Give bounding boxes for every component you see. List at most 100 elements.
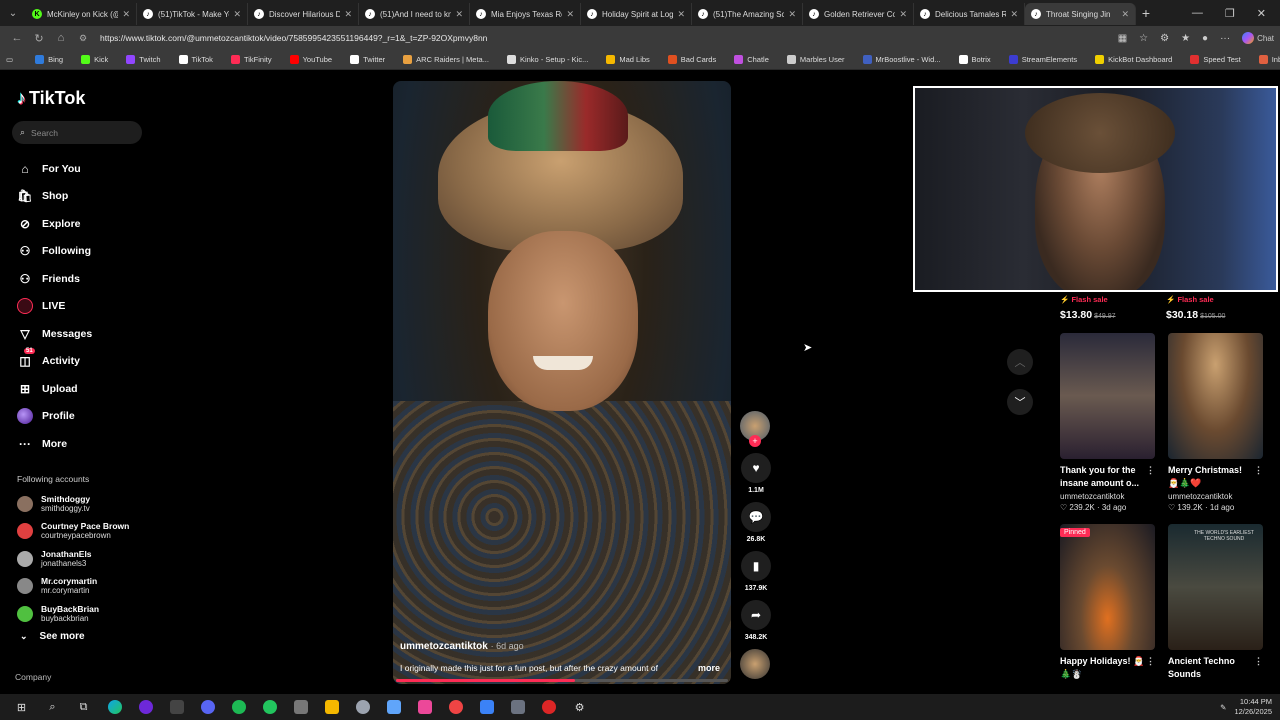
browser-tab[interactable]: ♪ (51)TikTok - Make You ✕ xyxy=(137,3,248,25)
bookmark-item[interactable]: Kinko - Setup - Kic... xyxy=(506,55,588,64)
back-icon[interactable]: ← xyxy=(6,32,28,44)
browser-tab[interactable]: ♪ Golden Retriever Core ✕ xyxy=(803,3,914,25)
heart-icon[interactable]: ♥ xyxy=(741,453,771,483)
chevron-down-nav-icon[interactable]: ﹀ xyxy=(1007,389,1033,415)
nav-item-friends[interactable]: ⚇ Friends xyxy=(17,265,92,293)
chevron-up-icon[interactable]: ︿ xyxy=(1007,349,1033,375)
nav-item-for-you[interactable]: ⌂ For You xyxy=(17,155,92,183)
tab-close-icon[interactable]: ✕ xyxy=(899,9,907,20)
save-action[interactable]: ▮ 137.9K xyxy=(740,551,772,592)
see-more-button[interactable]: ⌄ See more xyxy=(20,631,85,642)
profile-avatar-icon[interactable]: ● xyxy=(1202,33,1208,44)
browser-tab[interactable]: ♪ (51)And I need to know ✕ xyxy=(359,3,470,25)
nav-item-activity[interactable]: ◫ 51 Activity xyxy=(17,348,92,376)
minimize-icon[interactable]: — xyxy=(1192,7,1203,20)
browser-tab[interactable]: ♪ (51)The Amazing Scien ✕ xyxy=(692,3,803,25)
tab-close-icon[interactable]: ✕ xyxy=(1121,9,1129,20)
bookmark-item[interactable]: KickBot Dashboard xyxy=(1095,55,1172,64)
bookmark-item[interactable]: Bad Cards xyxy=(667,55,716,64)
bookmarks-menu-icon[interactable]: ▭ xyxy=(6,55,13,64)
nav-item-profile[interactable]: Profile xyxy=(17,403,92,431)
company-link[interactable]: Company xyxy=(15,672,51,682)
browser-menu-icon[interactable]: ··· xyxy=(1220,33,1230,44)
app-icon-7[interactable] xyxy=(440,694,471,720)
video-card[interactable]: Thank you for the insane amount o... ⋮ umm… xyxy=(1060,333,1155,512)
tab-close-icon[interactable]: ✕ xyxy=(677,9,685,20)
like-action[interactable]: ♥ 1.1M xyxy=(740,453,772,494)
obs-icon[interactable] xyxy=(130,694,161,720)
maximize-icon[interactable]: ❐ xyxy=(1225,7,1235,20)
browser-tab[interactable]: ♪ Throat Singing Jin ✕ xyxy=(1025,3,1136,25)
following-account[interactable]: JonathanEls jonathanels3 xyxy=(17,545,129,573)
browser-tab[interactable]: ♪ Discover Hilarious Dad ✕ xyxy=(248,3,359,25)
tab-close-icon[interactable]: ✕ xyxy=(344,9,352,20)
bookmark-item[interactable]: Chatle xyxy=(734,55,769,64)
app-icon-1[interactable] xyxy=(161,694,192,720)
card-more-icon[interactable]: ⋮ xyxy=(1146,464,1155,477)
video-card[interactable]: Merry Christmas! 🎅🎄❤️ ⋮ ummetozcantiktok ♡ … xyxy=(1168,333,1263,512)
app-icon-8[interactable] xyxy=(471,694,502,720)
flash-sale-item[interactable]: ⚡ Flash sale $13.80 $49.97 xyxy=(1060,295,1158,321)
nav-item-shop[interactable]: 🛍 Shop xyxy=(17,183,92,211)
video-thumbnail[interactable]: Pinned xyxy=(1060,524,1155,650)
comment-icon[interactable]: 💬 xyxy=(741,502,771,532)
card-more-icon[interactable]: ⋮ xyxy=(1146,655,1155,668)
nav-item-upload[interactable]: ⊞ Upload xyxy=(17,375,92,403)
app-icon-6[interactable] xyxy=(409,694,440,720)
bookmark-item[interactable]: ARC Raiders | Meta... xyxy=(403,55,489,64)
video-progress-bar[interactable] xyxy=(396,679,728,682)
music-disc-icon[interactable] xyxy=(740,649,770,679)
card-more-icon[interactable]: ⋮ xyxy=(1254,655,1263,668)
reader-icon[interactable]: ▦ xyxy=(1118,33,1127,44)
windows-start-icon[interactable]: ⊞ xyxy=(6,694,37,720)
video-author-name[interactable]: ummetozcantiktok xyxy=(400,641,488,652)
bookmark-item[interactable]: Speed Test xyxy=(1190,55,1241,64)
collections-icon[interactable]: ★ xyxy=(1181,33,1190,44)
bookmark-item[interactable]: Mad Libs xyxy=(606,55,650,64)
browser-tab[interactable]: ♪ Mia Enjoys Texas Road ✕ xyxy=(470,3,581,25)
card-author[interactable]: ummetozcantiktok xyxy=(1060,492,1155,501)
bookmark-item[interactable]: YouTube xyxy=(289,55,332,64)
bookmark-item[interactable]: Marbles User xyxy=(786,55,845,64)
following-account[interactable]: BuyBackBrian buybackbrian xyxy=(17,600,129,628)
bookmark-item[interactable]: Kick xyxy=(81,55,108,64)
comment-action[interactable]: 💬 26.8K xyxy=(740,502,772,543)
app-icon-4[interactable] xyxy=(347,694,378,720)
card-author[interactable]: ummetozcantiktok xyxy=(1168,492,1263,501)
url-field[interactable]: https://www.tiktok.com/@ummetozcantiktok… xyxy=(100,33,1080,43)
bookmark-item[interactable]: Inbox xyxy=(1258,55,1280,64)
favorite-icon[interactable]: ☆ xyxy=(1139,33,1148,44)
nav-item-more[interactable]: ··· More xyxy=(17,430,92,458)
new-tab-button[interactable]: + xyxy=(1136,5,1156,21)
home-icon[interactable]: ⌂ xyxy=(50,32,72,44)
app-icon-9[interactable] xyxy=(502,694,533,720)
app-icon-10[interactable] xyxy=(533,694,564,720)
taskbar-search-icon[interactable]: ⌕ xyxy=(37,694,68,720)
bookmark-item[interactable]: MrBoostlive - Wid... xyxy=(862,55,941,64)
following-account[interactable]: Smithdoggy smithdoggy.tv xyxy=(17,490,129,518)
file-explorer-icon[interactable] xyxy=(316,694,347,720)
task-view-icon[interactable]: ⧉ xyxy=(68,694,99,720)
share-action[interactable]: ➦ 348.2K xyxy=(740,600,772,641)
author-avatar[interactable]: + xyxy=(740,411,770,447)
refresh-icon[interactable]: ↻ xyxy=(28,32,50,45)
nav-item-live[interactable]: LIVE xyxy=(17,293,92,321)
video-player[interactable]: ummetozcantiktok · 6d ago I originally m… xyxy=(393,81,731,684)
bookmark-item[interactable]: TikFinity xyxy=(230,55,272,64)
video-card[interactable]: Pinned Happy Holidays! 🎅🎄☃️ ⋮ xyxy=(1060,524,1155,681)
app-icon-2[interactable] xyxy=(254,694,285,720)
video-thumbnail[interactable] xyxy=(1060,333,1155,459)
tab-close-icon[interactable]: ✕ xyxy=(566,9,574,20)
bookmark-item[interactable]: Twitter xyxy=(350,55,385,64)
pen-icon[interactable]: ✎ xyxy=(1220,703,1226,712)
following-account[interactable]: Mr.corymartin mr.corymartin xyxy=(17,573,129,601)
bookmark-item[interactable]: Botrix xyxy=(958,55,991,64)
app-icon-5[interactable] xyxy=(378,694,409,720)
tab-close-icon[interactable]: ✕ xyxy=(233,9,241,20)
flash-sale-item[interactable]: ⚡ Flash sale $30.18 $105.00 xyxy=(1166,295,1264,321)
tab-close-icon[interactable]: ✕ xyxy=(122,9,130,20)
follow-plus-icon[interactable]: + xyxy=(749,435,761,447)
bookmark-item[interactable]: Twitch xyxy=(126,55,161,64)
browser-tab[interactable]: ♪ Delicious Tamales Reci ✕ xyxy=(914,3,1025,25)
tab-close-icon[interactable]: ✕ xyxy=(1010,9,1018,20)
